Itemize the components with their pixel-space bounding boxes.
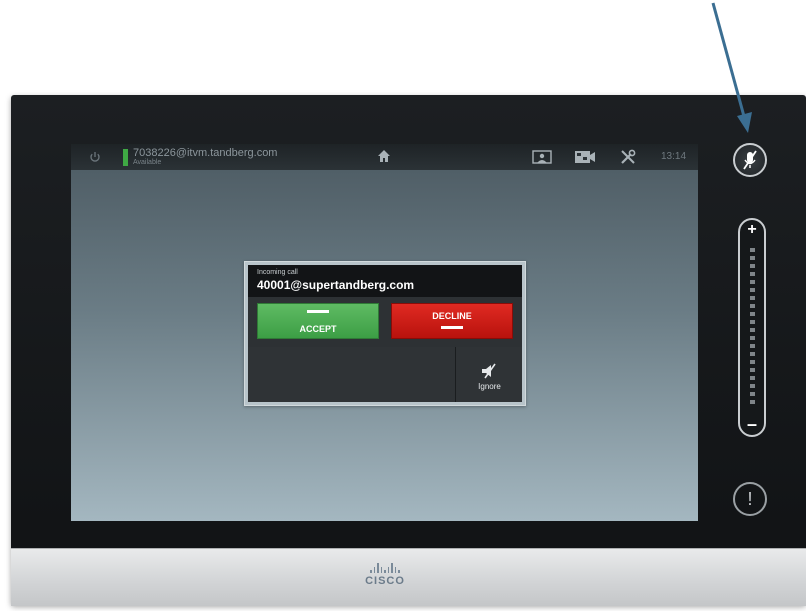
settings-icon[interactable]	[620, 149, 636, 165]
cisco-logo-text: CISCO	[365, 575, 405, 587]
accept-line-icon	[307, 310, 329, 313]
touch-screen: 7038226@itvm.tandberg.com Available 13:1…	[71, 144, 698, 521]
decline-line-icon	[441, 326, 463, 329]
ignore-speaker-icon	[482, 363, 496, 379]
system-address: 7038226@itvm.tandberg.com	[133, 147, 278, 159]
volume-down-button[interactable]: –	[740, 415, 764, 433]
availability-status: Available	[133, 159, 162, 166]
dialog-header: Incoming call 40001@supertandberg.com	[248, 265, 522, 297]
cisco-logo: CISCO	[360, 563, 410, 587]
mute-microphone-icon	[743, 150, 757, 170]
incoming-call-dialog: Incoming call 40001@supertandberg.com AC…	[244, 261, 526, 406]
selfview-icon[interactable]	[532, 150, 552, 164]
availability-indicator	[123, 149, 128, 166]
power-icon[interactable]	[89, 151, 101, 163]
volume-control[interactable]: + –	[738, 218, 766, 437]
ignore-label: Ignore	[478, 382, 501, 391]
annotation-arrow-icon	[711, 2, 752, 133]
alert-button[interactable]: !	[733, 482, 767, 516]
ignore-button[interactable]: Ignore	[455, 347, 523, 402]
microphone-mute-button[interactable]	[733, 143, 767, 177]
status-bar: 7038226@itvm.tandberg.com Available 13:1…	[71, 144, 698, 170]
clock: 13:14	[661, 151, 687, 162]
camera-icon[interactable]	[574, 150, 596, 164]
volume-level-ticks	[750, 248, 755, 408]
accept-button[interactable]: ACCEPT	[257, 303, 379, 339]
home-icon[interactable]	[377, 149, 391, 163]
decline-button[interactable]: DECLINE	[391, 303, 513, 339]
decline-label: DECLINE	[432, 311, 472, 321]
cisco-logo-bars	[360, 563, 410, 573]
volume-up-button[interactable]: +	[740, 221, 764, 239]
incoming-call-label: Incoming call	[257, 269, 298, 276]
caller-address: 40001@supertandberg.com	[257, 278, 415, 292]
dialog-body: Incoming call 40001@supertandberg.com AC…	[248, 265, 522, 402]
accept-label: ACCEPT	[299, 324, 337, 334]
